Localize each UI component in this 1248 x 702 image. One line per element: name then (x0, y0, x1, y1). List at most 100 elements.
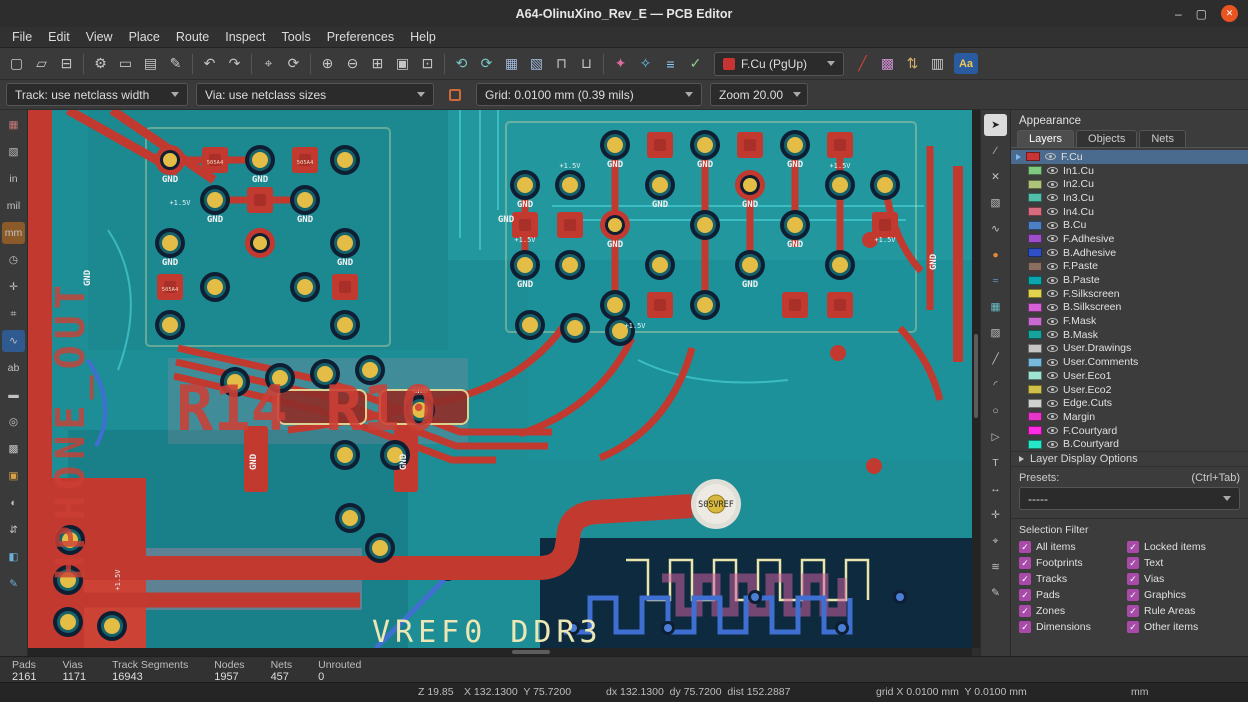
layer-row[interactable]: User.Eco1 (1011, 369, 1248, 383)
layer-color-swatch[interactable] (1028, 330, 1042, 339)
visibility-eye-icon[interactable] (1045, 153, 1056, 160)
selection-filter-item[interactable]: Text (1127, 557, 1240, 569)
layer-name[interactable]: F.Adhesive (1063, 233, 1114, 245)
layer-name[interactable]: F.Cu (1061, 151, 1083, 163)
appearance-tab[interactable]: Layers (1017, 130, 1074, 147)
units-inch-button[interactable]: in (2, 168, 25, 190)
checkbox[interactable] (1019, 541, 1031, 553)
layer-name[interactable]: In2.Cu (1063, 178, 1094, 190)
layer-color-swatch[interactable] (1028, 248, 1042, 257)
layer-row[interactable]: B.Adhesive (1011, 246, 1248, 260)
vertical-scrollbar-thumb[interactable] (974, 334, 978, 418)
layer-color-swatch[interactable] (1028, 412, 1042, 421)
visibility-eye-icon[interactable] (1047, 441, 1058, 448)
visibility-eye-icon[interactable] (1047, 222, 1058, 229)
layer-color-swatch[interactable] (1028, 358, 1042, 367)
layer-row[interactable]: Edge.Cuts (1011, 396, 1248, 410)
minimize-button[interactable]: – (1175, 8, 1182, 20)
checkbox[interactable] (1019, 573, 1031, 585)
grid-dropdown[interactable]: Grid: 0.0100 mm (0.39 mils) (476, 83, 702, 106)
checkbox[interactable] (1127, 605, 1139, 617)
units-mil-button[interactable]: mil (2, 195, 25, 217)
horizontal-scrollbar[interactable] (28, 648, 972, 656)
properties-panel-button[interactable]: ✎ (2, 573, 25, 595)
layer-name[interactable]: B.Cu (1063, 219, 1086, 231)
zoom-selection-button[interactable]: ⊡ (415, 52, 440, 76)
3d-viewer-button[interactable]: ▩ (875, 52, 900, 76)
polar-coords-button[interactable]: ◷ (2, 249, 25, 271)
selection-filter-item[interactable]: Tracks (1019, 573, 1127, 585)
layer-color-swatch[interactable] (1028, 440, 1042, 449)
edit-points-button[interactable]: ✎ (984, 582, 1007, 604)
draw-arc-button[interactable]: ◜ (984, 374, 1007, 396)
net-inspector-button[interactable]: ≡ (658, 52, 683, 76)
lock-button[interactable]: ⊓ (549, 52, 574, 76)
maximize-button[interactable]: ▢ (1196, 8, 1207, 20)
visibility-eye-icon[interactable] (1047, 249, 1058, 256)
layer-row[interactable]: F.Paste (1011, 260, 1248, 274)
layer-name[interactable]: In4.Cu (1063, 206, 1094, 218)
visibility-eye-icon[interactable] (1047, 277, 1058, 284)
zoom-out-button[interactable]: ⊖ (340, 52, 365, 76)
visibility-eye-icon[interactable] (1047, 318, 1058, 325)
layer-row[interactable]: User.Comments (1011, 355, 1248, 369)
print-button[interactable]: ▤ (138, 52, 163, 76)
selection-filter-item[interactable]: Pads (1019, 589, 1127, 601)
layer-row[interactable]: Margin (1011, 410, 1248, 424)
footprint-editor-button[interactable]: ✦ (608, 52, 633, 76)
unlock-button[interactable]: ⊔ (574, 52, 599, 76)
layer-color-swatch[interactable] (1028, 303, 1042, 312)
layer-color-swatch[interactable] (1028, 289, 1042, 298)
layer-name[interactable]: User.Comments (1063, 356, 1138, 368)
layer-row[interactable]: In4.Cu (1011, 205, 1248, 219)
find-button[interactable]: ⌖ (256, 52, 281, 76)
visibility-eye-icon[interactable] (1047, 235, 1058, 242)
checkbox[interactable] (1127, 573, 1139, 585)
layer-color-swatch[interactable] (1028, 193, 1042, 202)
visibility-eye-icon[interactable] (1047, 181, 1058, 188)
visibility-eye-icon[interactable] (1047, 359, 1058, 366)
select-tool-button[interactable]: ➤ (984, 114, 1007, 136)
selection-filter-item[interactable]: Graphics (1127, 589, 1240, 601)
route-track-button[interactable]: ∿ (984, 218, 1007, 240)
layer-row[interactable]: In1.Cu (1011, 164, 1248, 178)
zoom-objects-button[interactable]: ▣ (390, 52, 415, 76)
menu-item[interactable]: Preferences (319, 28, 402, 46)
layer-color-swatch[interactable] (1028, 166, 1042, 175)
layer-color-swatch[interactable] (1026, 152, 1040, 161)
menu-item[interactable]: Tools (274, 28, 319, 46)
checkbox[interactable] (1019, 621, 1031, 633)
probe-button[interactable]: ⌖ (984, 530, 1007, 552)
redo-button[interactable]: ↷ (222, 52, 247, 76)
layer-name[interactable]: F.Courtyard (1063, 425, 1117, 437)
layer-row[interactable]: User.Drawings (1011, 342, 1248, 356)
layer-color-swatch[interactable] (1028, 371, 1042, 380)
layer-row[interactable]: B.Paste (1011, 273, 1248, 287)
toolbar-icon[interactable] (83, 54, 84, 74)
layer-color-swatch[interactable] (1028, 234, 1042, 243)
new-board-button[interactable]: ▢ (4, 52, 29, 76)
layer-row[interactable]: B.Silkscreen (1011, 301, 1248, 315)
group-button[interactable]: ▦ (499, 52, 524, 76)
auto-track-width-button[interactable] (442, 83, 468, 107)
selection-filter-item[interactable]: Rule Areas (1127, 605, 1240, 617)
layer-color-swatch[interactable] (1028, 180, 1042, 189)
layer-name[interactable]: B.Courtyard (1063, 438, 1119, 450)
array-button[interactable]: ▥ (925, 52, 950, 76)
layer-pair-button[interactable]: ╱ (850, 52, 875, 76)
layer-selector-dropdown[interactable]: F.Cu (PgUp) (714, 52, 844, 76)
layer-row[interactable]: F.Courtyard (1011, 424, 1248, 438)
via-size-dropdown[interactable]: Via: use netclass sizes (196, 83, 434, 106)
pad-outline-button[interactable]: ▣ (2, 465, 25, 487)
layer-row[interactable]: User.Eco2 (1011, 383, 1248, 397)
draw-zone-button[interactable]: ▨ (984, 322, 1007, 344)
menu-item[interactable]: Route (168, 28, 217, 46)
layer-row[interactable]: In3.Cu (1011, 191, 1248, 205)
open-board-button[interactable]: ▱ (29, 52, 54, 76)
selection-filter-button[interactable]: ▧ (984, 192, 1007, 214)
draw-polygon-button[interactable]: ▷ (984, 426, 1007, 448)
layer-name[interactable]: F.Paste (1063, 260, 1098, 272)
close-button[interactable]: ✕ (1221, 5, 1238, 22)
rotate-cw-button[interactable]: ⟳ (474, 52, 499, 76)
layer-name[interactable]: User.Eco1 (1063, 370, 1111, 382)
